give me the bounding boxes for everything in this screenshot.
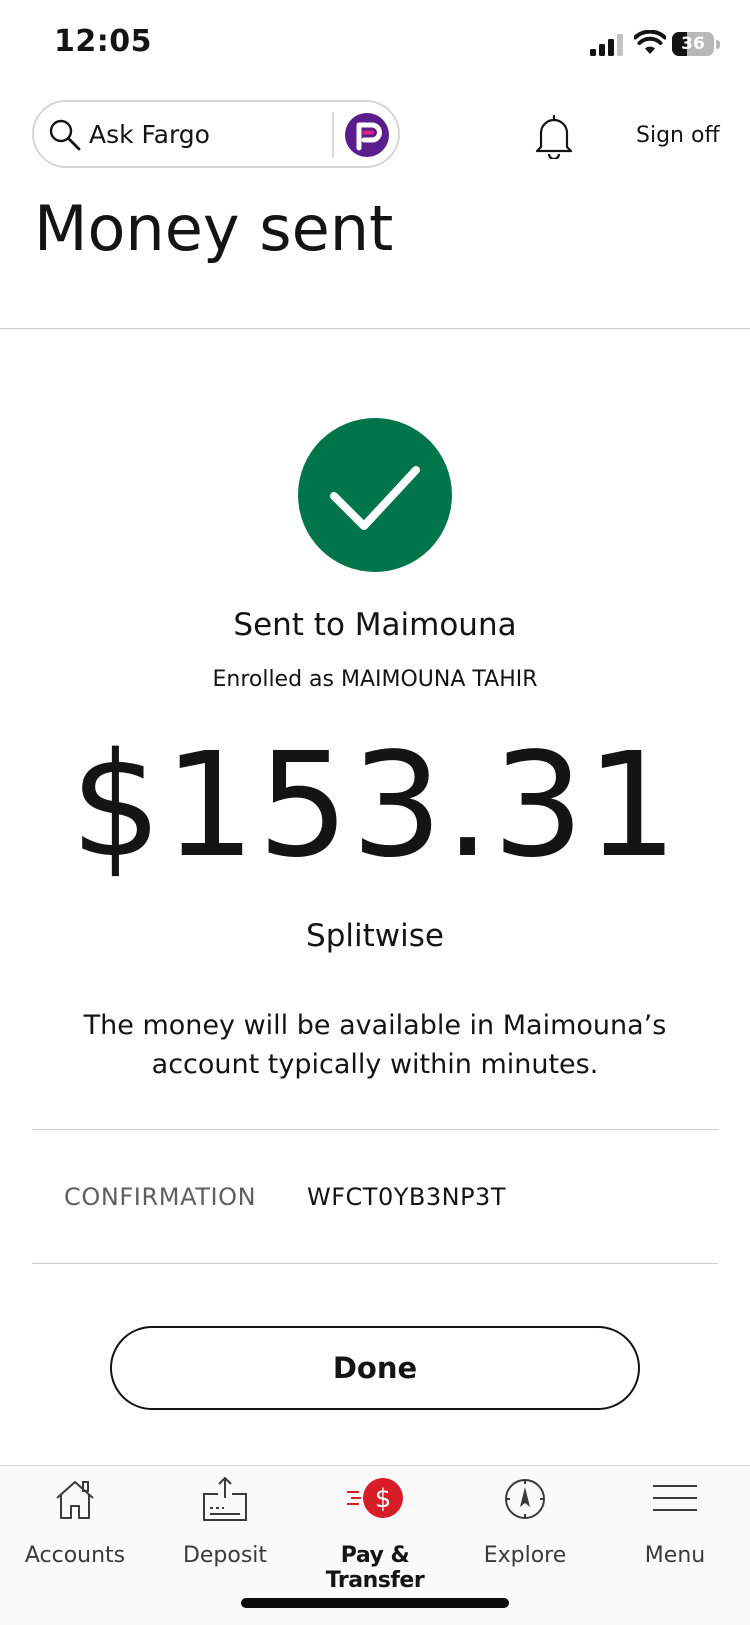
battery-nub xyxy=(716,40,720,49)
tab-label: Accounts xyxy=(24,1543,126,1568)
search-placeholder[interactable]: Ask Fargo xyxy=(89,120,210,149)
tab-label: Explore xyxy=(483,1543,567,1568)
cellular-signal-icon xyxy=(590,34,623,56)
tab-accounts[interactable]: Accounts xyxy=(0,1466,150,1586)
battery-percentage: 36 xyxy=(681,34,705,54)
recipient-line: Sent to Maimouna xyxy=(233,607,517,643)
enrolled-as-line: Enrolled as MAIMOUNA TAHIR xyxy=(212,667,538,692)
divider xyxy=(32,1129,718,1130)
payment-memo: Splitwise xyxy=(306,918,444,954)
hamburger-menu-icon xyxy=(653,1485,697,1511)
battery-indicator: 36 xyxy=(672,32,720,58)
tab-label: Deposit xyxy=(182,1543,268,1568)
divider xyxy=(32,1263,718,1264)
tab-pay-transfer[interactable]: $ Pay & Transfer xyxy=(300,1466,450,1593)
confirmation-number: WFCT0YB3NP3T xyxy=(307,1183,506,1211)
tab-menu[interactable]: Menu xyxy=(600,1466,750,1586)
battery-icon: 36 xyxy=(672,32,714,56)
wifi-icon xyxy=(634,30,666,54)
ask-fargo-search[interactable]: Ask Fargo xyxy=(32,100,400,168)
search-divider xyxy=(332,112,334,158)
svg-text:$: $ xyxy=(375,1484,392,1514)
page-title: Money sent xyxy=(34,192,394,265)
confirmation-label: CONFIRMATION xyxy=(64,1183,257,1211)
tab-explore[interactable]: Explore xyxy=(450,1466,600,1586)
deposit-icon xyxy=(203,1476,247,1521)
home-indicator[interactable] xyxy=(241,1598,509,1608)
sign-off-link[interactable]: Sign off xyxy=(636,123,720,148)
status-time: 12:05 xyxy=(54,24,152,59)
pay-transfer-icon: $ xyxy=(347,1478,403,1518)
title-divider xyxy=(0,328,750,329)
search-icon xyxy=(49,119,81,151)
amount-sent: $153.31 xyxy=(70,721,680,889)
compass-icon xyxy=(505,1479,545,1519)
fargo-assistant-icon[interactable] xyxy=(344,112,390,158)
notifications-bell-icon[interactable] xyxy=(534,113,574,159)
done-button[interactable]: Done xyxy=(110,1326,640,1410)
status-bar: 12:05 36 xyxy=(0,0,750,90)
tab-deposit[interactable]: Deposit xyxy=(150,1466,300,1586)
success-check-icon xyxy=(298,418,452,572)
availability-note: The money will be available in Maimouna’… xyxy=(83,1010,667,1080)
home-icon xyxy=(56,1481,94,1519)
tab-label: Menu xyxy=(644,1543,706,1568)
tab-label: Pay & Transfer xyxy=(325,1543,425,1593)
